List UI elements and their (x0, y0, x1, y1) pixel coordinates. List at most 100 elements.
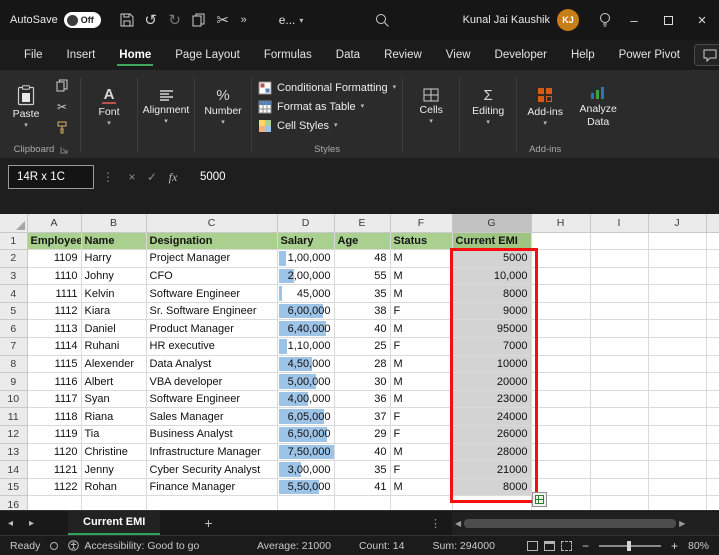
tab-developer[interactable]: Developer (485, 44, 557, 66)
maximize-button[interactable] (651, 0, 685, 40)
cell-employee[interactable]: 1122 (27, 478, 82, 497)
tab-data[interactable]: Data (326, 44, 370, 66)
comments-button[interactable] (693, 44, 719, 66)
column-header-I[interactable]: I (590, 214, 649, 233)
column-header-E[interactable]: E (334, 214, 391, 233)
tab-formulas[interactable]: Formulas (254, 44, 322, 66)
tab-insert[interactable]: Insert (57, 44, 106, 66)
cell-status[interactable]: M (390, 478, 453, 497)
row-header-3[interactable]: 3 (0, 267, 28, 286)
cell[interactable] (648, 232, 707, 251)
cell-salary[interactable]: 6,05,000 (277, 407, 335, 427)
cell-salary[interactable]: 45,000 (277, 284, 335, 303)
column-header-J[interactable]: J (648, 214, 707, 233)
row-header-11[interactable]: 11 (0, 407, 28, 427)
cell-name[interactable]: Christine (81, 443, 147, 462)
status-sum[interactable]: Sum: 294000 (432, 540, 494, 552)
cell[interactable] (531, 249, 591, 268)
close-button[interactable]: × (685, 0, 719, 40)
cell[interactable] (648, 284, 707, 303)
row-header-4[interactable]: 4 (0, 284, 28, 303)
cell[interactable] (531, 425, 591, 444)
cell-employee[interactable]: 1112 (27, 302, 82, 321)
cell-designation[interactable]: Software Engineer (146, 390, 278, 409)
autosave-switch[interactable]: Off (63, 12, 101, 28)
row-header-5[interactable]: 5 (0, 302, 28, 321)
cell-salary[interactable]: 7,50,000 (277, 443, 335, 462)
tab-help[interactable]: Help (561, 44, 605, 66)
cell[interactable] (277, 495, 335, 510)
cell-designation[interactable]: Product Manager (146, 319, 278, 339)
cell-salary[interactable]: 6,50,000 (277, 425, 335, 444)
copy-button[interactable] (187, 7, 211, 33)
table-header-cell[interactable]: Name (81, 232, 147, 251)
cell[interactable] (590, 284, 649, 303)
status-average[interactable]: Average: 21000 (257, 540, 331, 552)
cell-name[interactable]: Albert (81, 372, 147, 391)
cell[interactable] (334, 495, 391, 510)
cell[interactable] (531, 460, 591, 479)
column-header-H[interactable]: H (531, 214, 591, 233)
cell[interactable] (590, 495, 649, 510)
sheet-nav-left-icon[interactable]: ◂ (0, 518, 21, 529)
cell-age[interactable]: 29 (334, 425, 391, 444)
cell-emi[interactable]: 26000 (452, 425, 532, 444)
column-header-B[interactable]: B (81, 214, 147, 233)
cell-age[interactable]: 41 (334, 478, 391, 497)
cell-name[interactable]: Syan (81, 390, 147, 409)
cell-age[interactable]: 55 (334, 267, 391, 286)
cell-age[interactable]: 40 (334, 319, 391, 339)
select-all-corner[interactable] (0, 214, 28, 233)
cell[interactable] (531, 319, 591, 339)
scroll-right-icon[interactable]: ▶ (679, 519, 685, 528)
conditional-formatting-button[interactable]: Conditional Formatting ▾ (256, 80, 398, 96)
cell-name[interactable]: Harry (81, 249, 147, 268)
cell-designation[interactable]: Data Analyst (146, 355, 278, 374)
cell-emi[interactable]: 20000 (452, 372, 532, 391)
cell-emi[interactable]: 21000 (452, 460, 532, 479)
cell-emi[interactable]: 23000 (452, 390, 532, 409)
name-box[interactable]: 14R x 1C (8, 165, 94, 189)
cells-menu-button[interactable]: Cells ▾ (407, 88, 455, 125)
cell-designation[interactable]: VBA developer (146, 372, 278, 391)
column-header-G[interactable]: G (452, 214, 532, 233)
cell-employee[interactable]: 1115 (27, 355, 82, 374)
cell[interactable] (648, 267, 707, 286)
cell[interactable] (146, 495, 278, 510)
cell-salary[interactable]: 1,10,000 (277, 337, 335, 356)
cell[interactable] (648, 407, 707, 427)
cell[interactable] (590, 443, 649, 462)
minimize-button[interactable]: – (617, 0, 651, 40)
cell-age[interactable]: 25 (334, 337, 391, 356)
cell-designation[interactable]: Finance Manager (146, 478, 278, 497)
tab-power-pivot[interactable]: Power Pivot (609, 44, 690, 66)
cell[interactable] (648, 249, 707, 268)
quick-access-overflow-button[interactable]: » (235, 7, 253, 33)
cell-designation[interactable]: HR executive (146, 337, 278, 356)
cell-name[interactable]: Tia (81, 425, 147, 444)
page-break-view-button[interactable] (560, 540, 572, 551)
table-header-cell[interactable]: Employee (27, 232, 82, 251)
tell-me-button[interactable] (593, 7, 617, 33)
cell-employee[interactable]: 1113 (27, 319, 82, 339)
tab-home[interactable]: Home (109, 44, 161, 66)
cell-emi[interactable]: 10,000 (452, 267, 532, 286)
cell-designation[interactable]: Software Engineer (146, 284, 278, 303)
cell[interactable] (452, 495, 532, 510)
addins-button[interactable]: Add-ins ▾ (521, 86, 569, 127)
cell-status[interactable]: F (390, 337, 453, 356)
cell-salary[interactable]: 4,50,000 (277, 355, 335, 374)
cell-employee[interactable]: 1118 (27, 407, 82, 427)
sheet-tab-current-emi[interactable]: Current EMI (68, 511, 161, 535)
cell-name[interactable]: Jenny (81, 460, 147, 479)
account-button[interactable]: Kunal Jai Kaushik KJ (463, 9, 580, 31)
alignment-menu-button[interactable]: Alignment ▾ (142, 89, 190, 125)
tab-page-layout[interactable]: Page Layout (165, 44, 250, 66)
horizontal-scrollbar[interactable]: ◀ ▶ (452, 512, 719, 535)
page-layout-view-button[interactable] (543, 540, 555, 551)
cell-status[interactable]: M (390, 267, 453, 286)
cell[interactable] (590, 407, 649, 427)
analyze-data-button[interactable]: Analyze Data (569, 85, 627, 128)
cell-emi[interactable]: 7000 (452, 337, 532, 356)
confirm-entry-icon[interactable]: ✓ (142, 170, 162, 184)
